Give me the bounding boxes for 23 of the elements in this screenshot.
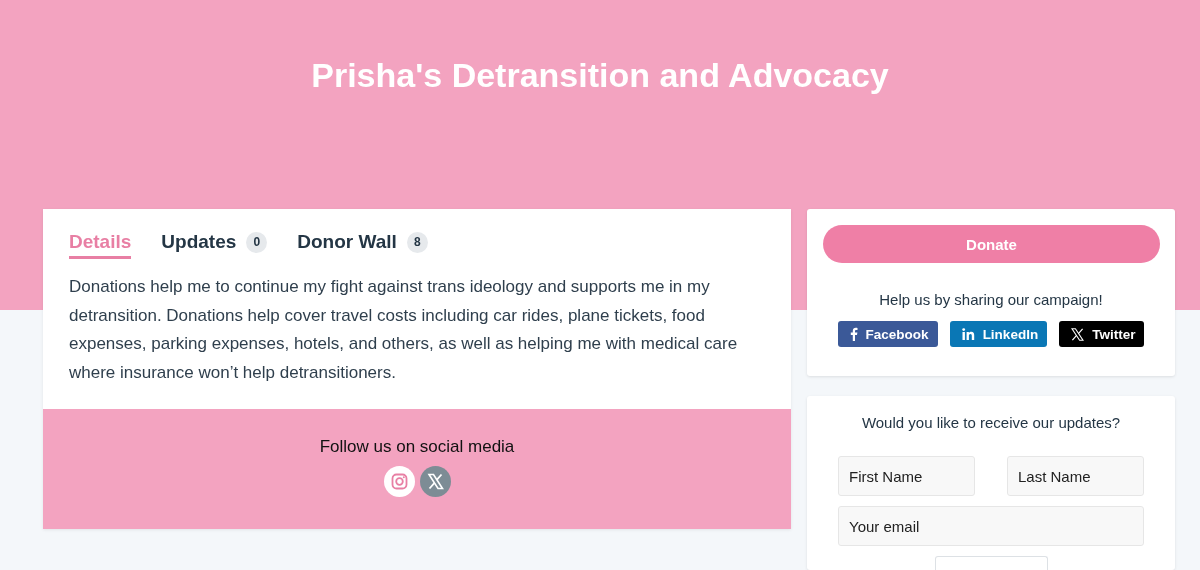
tab[interactable]: Donor Wall 8 [297,231,428,259]
first-name-field[interactable]: First Name [838,456,975,496]
share-button[interactable]: LinkedIn [949,321,1048,347]
last-name-field[interactable]: Last Name [1007,456,1144,496]
social-heading: Follow us on social media [319,437,515,458]
x-logo-icon [1071,327,1085,341]
description-text: Donations help me to continue my fight against trans ideology and supports me in my detransition. Donations help cover travel costs including car rides, plane tickets, food expenses, parking expenses, hotels, and others, as well as helping me with medical care where insurance won’t help detransitioners. [68,276,739,384]
page-title: Prisha's Detransition and Advocacy [311,56,889,95]
tab-label: Updates [161,231,237,253]
share-button[interactable]: Twitter [1059,321,1145,347]
count-badge: 8 [406,231,428,253]
share-heading: Help us by sharing our campaign! [879,291,1103,308]
tab[interactable]: Updates 0 [161,231,268,259]
share-button[interactable]: Facebook [837,321,938,347]
tab-label: Donor Wall [297,231,397,253]
x-logo-icon[interactable] [419,466,451,498]
signup-heading: Would you like to receive our updates? [861,414,1121,431]
in-letters-icon [961,328,975,340]
camera-icon[interactable] [383,466,415,498]
count-badge: 0 [246,231,268,253]
tab-label: Details [69,231,132,253]
f-letter-icon [849,327,858,341]
email-field[interactable]: Your email [838,506,1144,546]
